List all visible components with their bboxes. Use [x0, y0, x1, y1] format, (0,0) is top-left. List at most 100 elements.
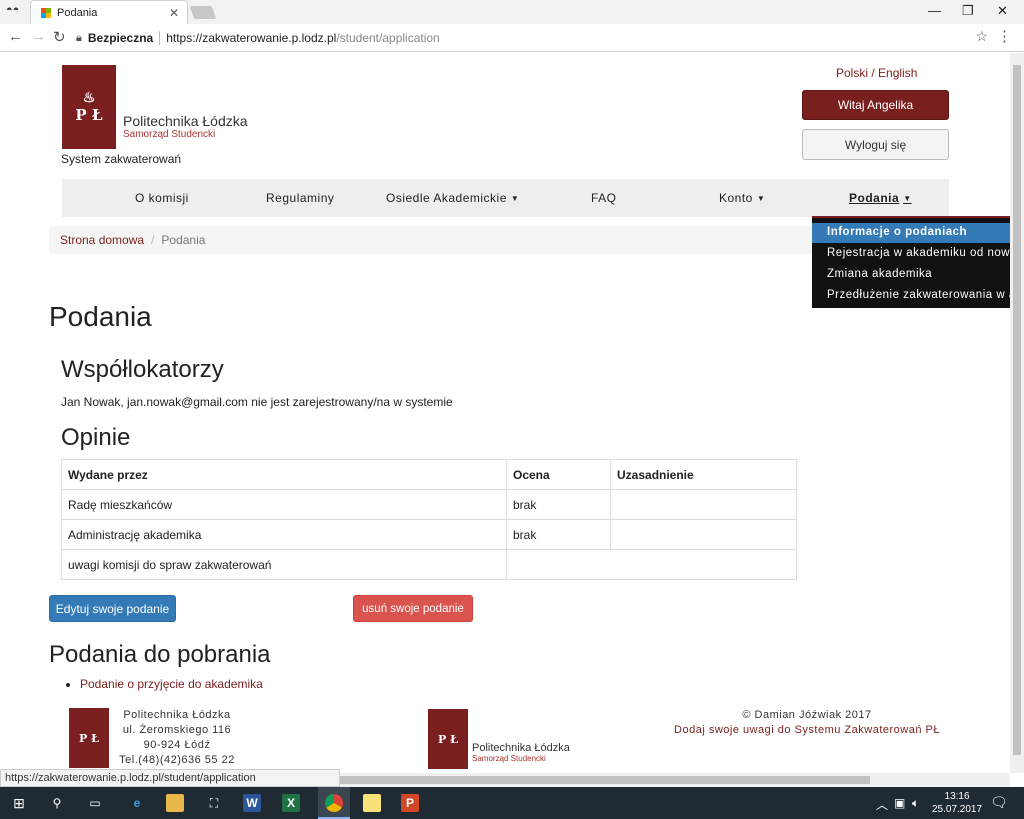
table-row: Administrację akademika brak — [61, 519, 797, 550]
bookmark-star-icon[interactable]: ☆ — [975, 28, 988, 45]
footer-logo-2: P Ł — [428, 709, 468, 769]
tab-title: Podania — [57, 6, 98, 19]
breadcrumb-separator: / — [151, 233, 155, 247]
reload-icon[interactable]: ↻ — [53, 28, 66, 46]
network-icon[interactable]: ▣ — [894, 796, 905, 810]
nav-o-komisji[interactable]: O komisji — [135, 191, 189, 205]
url-host: https://zakwaterowanie.p.lodz.pl — [166, 31, 337, 45]
table-header: Wydane przez — [61, 459, 507, 490]
footer-logo: P Ł — [69, 708, 109, 768]
forward-icon[interactable]: → — [31, 28, 46, 45]
table-header-row: Wydane przez Ocena Uzasadnienie — [61, 459, 797, 490]
nav-konto[interactable]: Konto ▼ — [719, 191, 765, 205]
downloads-list: Podanie o przyjęcie do akademika — [80, 677, 263, 691]
vertical-scrollbar[interactable] — [1010, 53, 1024, 773]
excel-icon[interactable]: X — [282, 794, 300, 812]
lock-icon: 🔒︎ — [76, 31, 82, 44]
logo-sub: Samorząd Studencki — [123, 129, 216, 140]
dropdown-item-zmiana[interactable]: Zmiana akademika — [812, 265, 1010, 285]
breadcrumb-current: Podania — [161, 233, 206, 247]
chevron-down-icon: ▼ — [510, 194, 520, 203]
new-tab-button[interactable] — [189, 6, 217, 19]
volume-icon[interactable]: 🔈︎ — [912, 796, 919, 811]
table-cell: uwagi komisji do spraw zakwaterowań — [61, 549, 507, 580]
url-path: /student/application — [336, 31, 440, 45]
footer-address: Politechnika Łódzka ul. Żeromskiego 116 … — [117, 708, 237, 768]
address-bar[interactable]: 🔒︎ Bezpieczna https://zakwaterowanie.p.l… — [76, 27, 998, 49]
dropdown-item-przedluzenie[interactable]: Przedłużenie zakwaterowania w akademiku — [812, 286, 1010, 306]
table-header: Uzasadnienie — [610, 459, 797, 490]
powerpoint-icon[interactable]: P — [401, 794, 419, 812]
clock-time: 13:16 — [944, 791, 970, 802]
windows-start-icon[interactable]: ⊞ — [10, 794, 28, 812]
secure-label: Bezpieczna — [87, 31, 154, 45]
language-switch[interactable]: Polski / English — [836, 66, 917, 80]
welcome-button[interactable]: Witaj Angelika — [802, 90, 949, 120]
delete-application-button[interactable]: usuń swoje podanie — [353, 595, 473, 622]
scroll-thumb[interactable] — [1013, 65, 1021, 755]
browser-tab[interactable]: Podania ✕ — [30, 0, 188, 24]
chevron-down-icon: ▼ — [903, 194, 912, 203]
store-icon[interactable]: ⛶ — [205, 794, 223, 812]
chevron-down-icon: ▼ — [756, 194, 766, 203]
tray-chevron-icon[interactable]: ︿ — [876, 796, 888, 813]
roommates-note: Jan Nowak, jan.nowak@gmail.com nie jest … — [61, 395, 453, 409]
logo-text: Politechnika Łódzka Samorząd Studencki — [123, 113, 248, 140]
roommates-heading: Współlokatorzy — [61, 356, 224, 383]
nav-regulaminy[interactable]: Regulaminy — [266, 191, 334, 205]
close-window-icon[interactable]: ✕ — [997, 3, 1008, 19]
table-cell: Administrację akademika — [61, 519, 507, 550]
browser-menu-icon[interactable]: ⋮ — [997, 27, 1012, 45]
restore-icon[interactable]: ❐ — [962, 3, 974, 19]
logout-button[interactable]: Wyloguj się — [802, 129, 949, 160]
status-bar-url: https://zakwaterowanie.p.lodz.pl/student… — [0, 769, 340, 787]
word-icon[interactable]: W — [243, 794, 261, 812]
breadcrumb-home[interactable]: Strona domowa — [60, 233, 144, 247]
tab-close-icon[interactable]: ✕ — [169, 6, 179, 20]
scroll-thumb[interactable] — [340, 776, 870, 784]
table-cell — [610, 519, 797, 550]
nav-osiedle-akademickie[interactable]: Osiedle Akademickie ▼ — [386, 191, 519, 205]
task-view-icon[interactable]: ▭ — [86, 794, 104, 812]
nav-faq[interactable]: FAQ — [591, 191, 617, 205]
table-row: Radę mieszkańców brak — [61, 489, 797, 520]
windows-taskbar: ⊞ ⚲ ▭ e ⛶ W X P ︿ ▣ 🔈︎ 13:16 25.07.2017 … — [0, 787, 1024, 819]
search-icon[interactable]: ⚲ — [48, 794, 66, 812]
podania-dropdown-menu: Informacje o podaniach Rejestracja w aka… — [812, 216, 1010, 308]
table-cell: brak — [506, 519, 611, 550]
edit-application-button[interactable]: Edytuj swoje podanie — [49, 595, 176, 622]
table-cell — [506, 549, 797, 580]
footer-logo-text: Politechnika Łódzka Samorząd Studencki — [472, 742, 570, 763]
nav-podania[interactable]: Podania ▼ — [849, 191, 912, 205]
edge-icon[interactable]: e — [128, 794, 146, 812]
notifications-icon[interactable]: 🗨︎ — [990, 794, 1008, 811]
system-name: System zakwaterowań — [61, 152, 182, 166]
back-icon[interactable]: ← — [8, 28, 23, 45]
logo-mark: P Ł — [75, 106, 103, 124]
opinions-table: Wydane przez Ocena Uzasadnienie Radę mie… — [61, 459, 797, 580]
footer-copyright: © Damian Jóźwiak 2017 Dodaj swoje uwagi … — [660, 708, 954, 738]
address-line: Tel.(48)(42)636 55 22 — [119, 754, 235, 766]
opinions-heading: Opinie — [61, 424, 131, 451]
dropdown-item-rejestracja[interactable]: Rejestracja w akademiku od nowa — [812, 244, 1010, 264]
file-explorer-icon[interactable] — [166, 794, 184, 812]
dropdown-item-informacje[interactable]: Informacje o podaniach — [812, 223, 1010, 243]
browser-toolbar: ← → ↻ 🔒︎ Bezpieczna https://zakwaterowan… — [0, 24, 1024, 52]
footer-logo-sub: Samorząd Studencki — [472, 754, 546, 763]
download-link[interactable]: Podanie o przyjęcie do akademika — [80, 677, 263, 691]
browser-titlebar: ◓◓ Podania ✕ — ❐ ✕ — [0, 0, 1024, 24]
footer-logo-name: Politechnika Łódzka — [472, 742, 570, 754]
taskbar-clock[interactable]: 13:16 25.07.2017 — [932, 790, 982, 816]
sticky-notes-icon[interactable] — [363, 794, 381, 812]
table-cell: brak — [506, 489, 611, 520]
minimize-icon[interactable]: — — [928, 3, 941, 18]
feedback-link[interactable]: Dodaj swoje uwagi do Systemu Zakwaterowa… — [660, 723, 954, 738]
table-cell: Radę mieszkańców — [61, 489, 507, 520]
university-logo[interactable]: ♨ P Ł — [62, 65, 116, 149]
table-row: uwagi komisji do spraw zakwaterowań — [61, 549, 797, 580]
torch-icon: ♨ — [82, 90, 96, 106]
address-line: 90-924 Łódź — [143, 739, 211, 751]
table-header: Ocena — [506, 459, 611, 490]
chrome-icon[interactable] — [325, 794, 343, 812]
table-cell — [610, 489, 797, 520]
